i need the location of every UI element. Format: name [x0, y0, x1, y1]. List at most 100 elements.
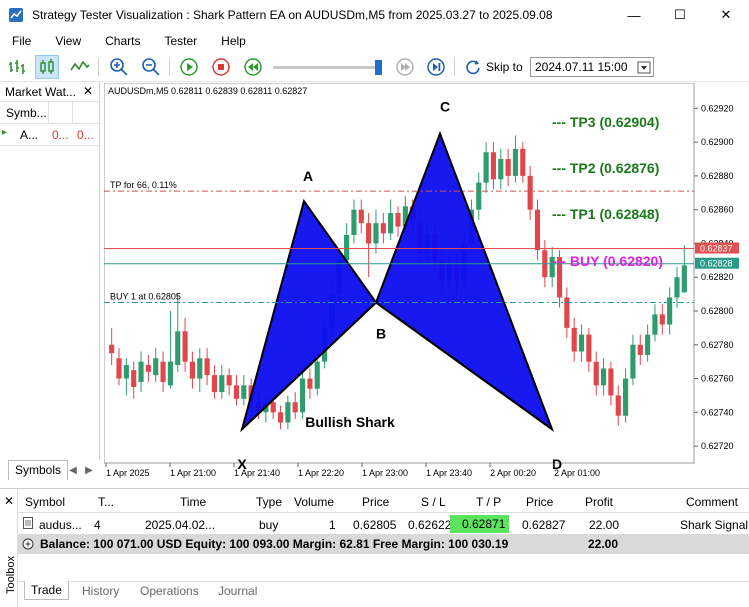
point-label-c: C: [440, 99, 450, 115]
candle-body: [578, 334, 585, 352]
market-watch-row[interactable]: ▸ A... 0... 0...: [0, 124, 99, 146]
price-tick-label: 0.62920: [701, 103, 734, 113]
col-profit[interactable]: Profit: [585, 495, 613, 509]
close-icon[interactable]: ✕: [83, 84, 93, 98]
tab-journal[interactable]: Journal: [218, 584, 257, 598]
time-tick-label: 2 Apr 01:00: [554, 468, 600, 478]
candle-body: [659, 314, 665, 325]
candle-body: [645, 334, 651, 355]
col-type[interactable]: Type: [256, 495, 282, 509]
tab-operations[interactable]: Operations: [140, 584, 199, 598]
market-watch-tabs: Symbols ◀ ▶: [0, 460, 100, 482]
menu-file[interactable]: File: [0, 34, 43, 48]
bar-chart-icon[interactable]: [5, 55, 29, 79]
candle-body: [292, 402, 298, 413]
candle-body: [226, 375, 232, 386]
cell-tp: 0.62871: [450, 515, 510, 533]
candlestick-icon[interactable]: [35, 55, 59, 79]
annotation-tp1: --- TP1 (0.62848): [552, 206, 659, 222]
scroll-left-icon[interactable]: ◀: [66, 462, 80, 478]
candle-body: [564, 297, 570, 328]
price-tick-label: 0.62740: [701, 407, 734, 417]
price-chart[interactable]: AUDUSDm,M5 0.62811 0.62839 0.62811 0.628…: [103, 82, 749, 485]
candle-body: [175, 331, 181, 366]
maximize-button[interactable]: ☐: [657, 0, 703, 30]
price-tag-label: 0.62837: [700, 244, 733, 254]
menu-help[interactable]: Help: [209, 34, 258, 48]
candle-body: [182, 331, 188, 362]
time-tick-label: 1 Apr 23:00: [362, 468, 408, 478]
symbol-arrow-icon: ▸: [2, 127, 8, 138]
skip-to-datetime-field[interactable]: 2024.07.11 15:00: [530, 57, 654, 77]
candle-body: [241, 385, 247, 399]
market-watch-symbol: A...: [20, 128, 39, 142]
col-tp[interactable]: T / P: [476, 495, 501, 509]
candle-body: [307, 378, 313, 389]
close-icon[interactable]: ✕: [4, 494, 14, 508]
candle-body: [527, 175, 533, 210]
stop-icon[interactable]: [209, 55, 233, 79]
col-symbol[interactable]: Symbol: [25, 495, 65, 509]
column-symbol[interactable]: Symb...: [6, 106, 47, 120]
step-forward-icon[interactable]: [393, 55, 417, 79]
tab-trade[interactable]: Trade: [24, 581, 69, 600]
candle-body: [116, 358, 122, 379]
table-row[interactable]: audus... 4 2025.04.02... buy 1 0.62805 0…: [18, 513, 749, 535]
candle-body: [623, 378, 629, 416]
annotation-tp3: --- TP3 (0.62904): [552, 114, 659, 130]
tab-history[interactable]: History: [82, 584, 119, 598]
candle-body: [490, 152, 497, 180]
play-icon[interactable]: [177, 55, 201, 79]
candle-body: [505, 159, 511, 176]
col-comment[interactable]: Comment: [686, 495, 738, 509]
scroll-right-icon[interactable]: ▶: [82, 462, 96, 478]
line-chart-icon[interactable]: [68, 55, 92, 79]
candle-body: [483, 152, 489, 183]
col-sl[interactable]: S / L: [421, 495, 446, 509]
expand-icon[interactable]: [22, 538, 34, 550]
zoom-in-icon[interactable]: [107, 55, 131, 79]
rewind-icon[interactable]: [241, 55, 265, 79]
tab-symbols[interactable]: Symbols: [8, 460, 69, 480]
zoom-out-icon[interactable]: [139, 55, 163, 79]
price-tick-label: 0.62800: [701, 306, 734, 316]
tp-line-label: TP for 66, 0.11%: [110, 180, 177, 190]
speed-slider-thumb[interactable]: [375, 60, 382, 75]
cell-volume: 1: [329, 518, 336, 532]
time-tick-label: 1 Apr 21:40: [234, 468, 280, 478]
time-tick-label: 1 Apr 23:40: [426, 468, 472, 478]
candle-body: [204, 358, 210, 376]
candle-body: [615, 395, 621, 416]
candle-body: [674, 277, 680, 298]
candle-body: [160, 361, 166, 382]
calendar-dropdown-icon[interactable]: [637, 60, 651, 74]
close-button[interactable]: ✕: [703, 0, 749, 30]
candle-body: [395, 213, 401, 227]
candle-body: [358, 209, 364, 224]
menu-charts[interactable]: Charts: [93, 34, 152, 48]
cell-ticket: 4: [94, 518, 101, 532]
col-ticket[interactable]: T...: [98, 495, 114, 509]
skip-end-icon[interactable]: [424, 55, 448, 79]
refresh-icon[interactable]: [461, 55, 485, 79]
menu-view[interactable]: View: [43, 34, 93, 48]
col-price[interactable]: Price: [362, 495, 389, 509]
chart-canvas[interactable]: AUDUSDm,M5 0.62811 0.62839 0.62811 0.628…: [103, 82, 749, 485]
market-watch-columns: Symb...: [0, 102, 99, 124]
col-time[interactable]: Time: [180, 495, 206, 509]
candle-body: [131, 370, 137, 387]
toolbox-tabs: Trade History Operations Journal: [18, 581, 749, 605]
candle-body: [351, 209, 357, 235]
menu-tester[interactable]: Tester: [152, 34, 209, 48]
candle-body: [153, 358, 159, 376]
pattern-name-label: Bullish Shark: [305, 414, 395, 430]
col-volume[interactable]: Volume: [294, 495, 334, 509]
toolbar-separator: [98, 58, 99, 76]
cell-current-price: 0.62827: [522, 518, 566, 532]
time-tick-label: 2 Apr 00:20: [490, 468, 536, 478]
col-current-price[interactable]: Price: [526, 495, 553, 509]
cell-price: 0.62805: [353, 518, 397, 532]
speed-slider-track[interactable]: [273, 66, 381, 69]
minimize-button[interactable]: —: [611, 0, 657, 30]
skip-to-label: Skip to: [486, 60, 523, 74]
